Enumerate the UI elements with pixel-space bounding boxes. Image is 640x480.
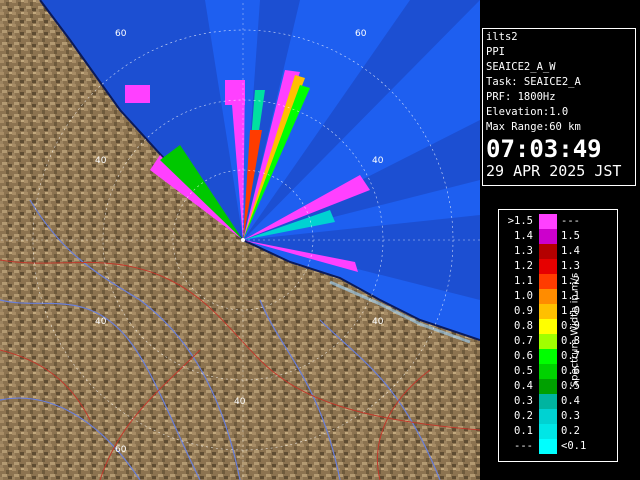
legend-swatch <box>539 229 557 244</box>
legend-upper-value: 0.2 <box>561 425 580 437</box>
scan-info-box: ilts2 PPI SEAICE2_A_W Task: SEAICE2_A PR… <box>482 28 636 186</box>
legend-lower-value: 0.6 <box>514 350 533 362</box>
legend-swatch <box>539 439 557 454</box>
legend-swatch <box>539 409 557 424</box>
range-label: 60 <box>115 445 127 455</box>
elevation-value: Elevation:1.0 <box>486 106 569 118</box>
legend-upper-value: <0.1 <box>561 440 587 452</box>
range-label: 60 <box>355 29 367 39</box>
legend-swatch <box>539 364 557 379</box>
legend-lower-value: 1.1 <box>514 275 533 287</box>
legend-swatch <box>539 394 557 409</box>
legend-row: 1.3 1.4 <box>499 244 617 259</box>
legend-lower-value: 0.4 <box>514 380 533 392</box>
legend-lower-value: 1.0 <box>514 290 533 302</box>
legend-swatch <box>539 379 557 394</box>
range-label: 40 <box>372 317 384 327</box>
legend-row: >1.5 --- <box>499 214 617 229</box>
legend-lower-value: 0.8 <box>514 320 533 332</box>
legend-swatch <box>539 319 557 334</box>
legend-upper-value: 1.5 <box>561 230 580 242</box>
legend-lower-value: 0.7 <box>514 335 533 347</box>
legend-lower-value: 0.5 <box>514 365 533 377</box>
radar-site-icon <box>241 238 245 242</box>
legend-swatch <box>539 274 557 289</box>
legend-lower-value: 1.2 <box>514 260 533 272</box>
legend-swatch <box>539 214 557 229</box>
legend-row: 0.1 0.2 <box>499 424 617 439</box>
legend-upper-value: 0.4 <box>561 395 580 407</box>
scan-mode: PPI <box>486 46 505 58</box>
range-label: 60 <box>115 29 127 39</box>
legend-lower-value: 1.3 <box>514 245 533 257</box>
legend-row: 1.4 1.5 <box>499 229 617 244</box>
legend-lower-value: 0.9 <box>514 305 533 317</box>
legend-lower-value: 0.3 <box>514 395 533 407</box>
legend-upper-value: --- <box>561 215 580 227</box>
legend-upper-value: 1.4 <box>561 245 580 257</box>
scan-time: 07:03:49 <box>486 135 602 163</box>
legend-row: --- <0.1 <box>499 439 617 454</box>
legend-row: 1.1 1.2 <box>499 274 617 289</box>
legend-lower-value: 0.1 <box>514 425 533 437</box>
site-name: ilts2 <box>486 31 518 43</box>
radar-ppi-map[interactable]: 60 60 40 40 40 40 40 60 <box>0 0 480 480</box>
legend-lower-value: --- <box>514 440 533 452</box>
legend-lower-value: >1.5 <box>507 215 533 227</box>
scan-name: SEAICE2_A_W <box>486 61 556 73</box>
range-label: 40 <box>234 397 246 407</box>
legend-upper-value: 1.3 <box>561 260 580 272</box>
task-name: Task: SEAICE2_A <box>486 76 581 88</box>
legend-row: 0.7 0.8 <box>499 334 617 349</box>
legend-lower-value: 0.2 <box>514 410 533 422</box>
range-label: 40 <box>372 156 384 166</box>
legend-row: 1.2 1.3 <box>499 259 617 274</box>
prf-value: PRF: 1800Hz <box>486 91 556 103</box>
legend-row: 0.8 0.9 <box>499 319 617 334</box>
scan-date: 29 APR 2025 JST <box>486 162 622 180</box>
max-range-value: Max Range:60 km <box>486 121 581 133</box>
legend-row: 0.5 0.6 <box>499 364 617 379</box>
legend-row: 0.3 0.4 <box>499 394 617 409</box>
legend-row: 0.4 0.5 <box>499 379 617 394</box>
legend-row: 1.0 1.1 <box>499 289 617 304</box>
info-panel: ilts2 PPI SEAICE2_A_W Task: SEAICE2_A PR… <box>480 0 640 480</box>
legend-swatch <box>539 424 557 439</box>
legend-swatch <box>539 259 557 274</box>
color-legend: >1.5 --- 1.4 1.5 1.3 1.4 1.2 1.3 1.1 1.2 1.0 1.1 0.9… <box>498 209 618 462</box>
range-label: 40 <box>95 317 107 327</box>
legend-swatch <box>539 349 557 364</box>
legend-row: 0.2 0.3 <box>499 409 617 424</box>
legend-swatch <box>539 334 557 349</box>
legend-swatch <box>539 304 557 319</box>
legend-row: 0.6 0.7 <box>499 349 617 364</box>
legend-lower-value: 1.4 <box>514 230 533 242</box>
range-label: 40 <box>95 156 107 166</box>
legend-upper-value: 0.3 <box>561 410 580 422</box>
legend-swatch <box>539 244 557 259</box>
legend-title: Spectrum Width in m/s <box>569 272 581 388</box>
legend-swatch <box>539 289 557 304</box>
legend-row: 0.9 1.0 <box>499 304 617 319</box>
